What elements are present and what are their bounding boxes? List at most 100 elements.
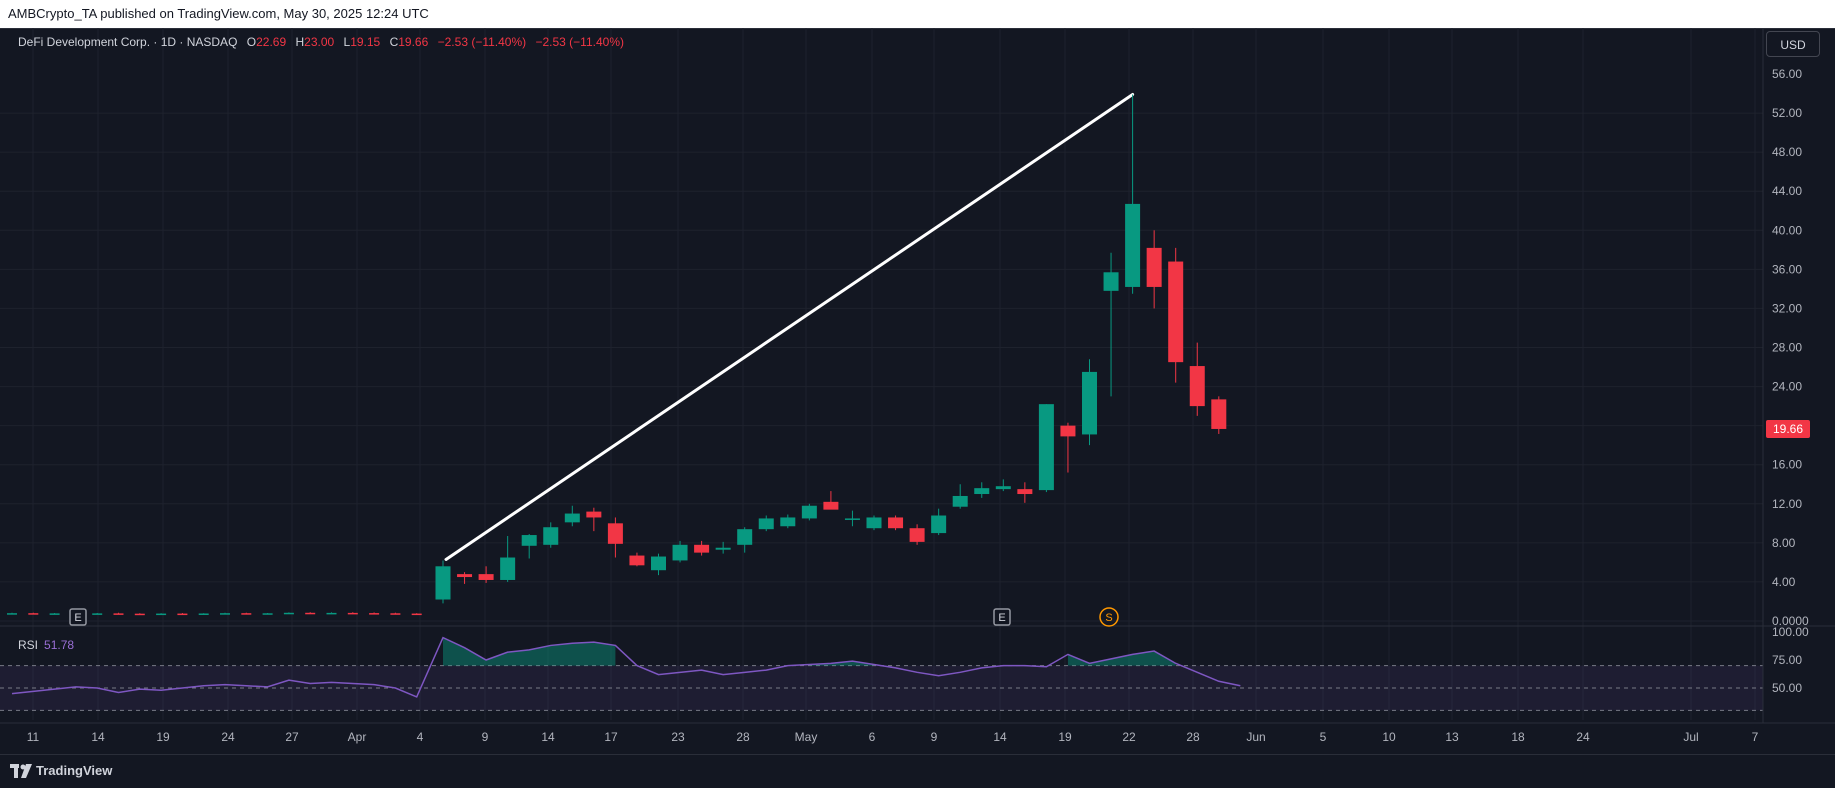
candle-body[interactable]	[1211, 399, 1227, 429]
time-tick-label: 23	[671, 730, 685, 744]
candle-body[interactable]	[909, 528, 925, 542]
footer-bar: TradingView	[0, 754, 1835, 788]
candle-body[interactable]	[28, 613, 39, 615]
time-tick-label: 28	[736, 730, 750, 744]
candle-body[interactable]	[758, 518, 774, 530]
candle-body[interactable]	[241, 613, 252, 615]
candle-body[interactable]	[931, 515, 947, 534]
candle-body[interactable]	[411, 613, 422, 616]
candle-body[interactable]	[586, 511, 602, 518]
candle-body[interactable]	[177, 613, 188, 616]
candle-body[interactable]	[564, 513, 580, 523]
price-tick-label: 48.00	[1772, 145, 1802, 159]
time-tick-label: 9	[482, 730, 489, 744]
candle-body[interactable]	[888, 517, 904, 529]
price-tick-label: 44.00	[1772, 184, 1802, 198]
rsi-tick-label: 50.00	[1772, 681, 1802, 695]
candle-body[interactable]	[1017, 489, 1033, 495]
candle-body[interactable]	[198, 613, 209, 615]
split-event-letter: S	[1105, 612, 1112, 624]
currency-button[interactable]: USD	[1766, 31, 1820, 57]
candle-body[interactable]	[1146, 247, 1162, 287]
candle-body[interactable]	[780, 517, 796, 527]
candle-body[interactable]	[694, 544, 710, 553]
candle-body[interactable]	[1168, 261, 1184, 363]
time-tick-label: 24	[1576, 730, 1590, 744]
candle-body[interactable]	[651, 556, 666, 571]
candle-body[interactable]	[629, 555, 645, 566]
candle-body[interactable]	[543, 527, 559, 545]
candle-body[interactable]	[283, 612, 294, 615]
candle-body[interactable]	[974, 488, 990, 495]
price-tick-label: 28.00	[1772, 341, 1802, 355]
candle-body[interactable]	[1082, 371, 1097, 435]
time-tick-label: 28	[1186, 730, 1200, 744]
symbol-legend[interactable]: DeFi Development Corp. · 1D · NASDAQ O22…	[18, 35, 624, 49]
candle-body[interactable]	[369, 613, 380, 615]
time-tick-label: 18	[1511, 730, 1525, 744]
candle-body[interactable]	[326, 612, 337, 615]
time-tick-label: 9	[931, 730, 938, 744]
price-tick-label: 32.00	[1772, 301, 1802, 315]
candle-body[interactable]	[220, 613, 230, 615]
open-label: O	[246, 35, 257, 49]
candle-body[interactable]	[347, 612, 358, 615]
time-tick-label: Jun	[1246, 730, 1265, 744]
time-tick-label: 14	[993, 730, 1007, 744]
publish-info: AMBCrypto_TA published on TradingView.co…	[0, 0, 1835, 28]
candle-body[interactable]	[305, 612, 316, 615]
candle-body[interactable]	[801, 505, 817, 519]
candle-body[interactable]	[478, 574, 494, 580]
candle-body[interactable]	[1038, 404, 1054, 491]
time-tick-label: 19	[1058, 730, 1072, 744]
earnings-event-letter: E	[74, 612, 81, 624]
price-chart[interactable]: 56.0052.0048.0044.0040.0036.0032.0028.00…	[0, 28, 1835, 754]
price-tick-label: 16.00	[1772, 458, 1802, 472]
candle-body[interactable]	[995, 486, 1011, 490]
candle-body[interactable]	[435, 566, 451, 600]
time-tick-label: Jul	[1683, 730, 1698, 744]
candle-body[interactable]	[1189, 366, 1205, 407]
time-tick-label: 17	[604, 730, 618, 744]
candle-body[interactable]	[1103, 272, 1119, 291]
price-tick-label: 52.00	[1772, 106, 1802, 120]
candle-body[interactable]	[7, 613, 17, 615]
earnings-event-letter: E	[998, 612, 1005, 624]
time-tick-label: May	[795, 730, 818, 744]
rsi-legend[interactable]: RSI 51.78	[18, 638, 74, 652]
time-tick-label: 14	[541, 730, 555, 744]
candle-body[interactable]	[134, 613, 145, 616]
high-value: 23.00	[304, 35, 335, 49]
rsi-tick-label: 75.00	[1772, 653, 1802, 667]
rsi-name: RSI	[18, 638, 39, 652]
candle-body[interactable]	[457, 574, 473, 578]
change-value-2: −2.53 (−11.40%)	[535, 35, 624, 49]
candle-body[interactable]	[390, 613, 401, 615]
time-tick-label: 22	[1122, 730, 1136, 744]
time-tick-label: 7	[1752, 730, 1759, 744]
candle-body[interactable]	[500, 557, 516, 580]
candle-body[interactable]	[113, 613, 124, 615]
last-price-label: 19.66	[1773, 422, 1803, 436]
candle-body[interactable]	[672, 544, 688, 561]
candle-body[interactable]	[156, 613, 167, 616]
change-value: −2.53 (−11.40%)	[437, 35, 527, 49]
candle-body[interactable]	[1125, 203, 1141, 287]
low-value: 19.15	[350, 35, 381, 49]
candle-body[interactable]	[92, 613, 103, 615]
candle-body[interactable]	[607, 523, 623, 544]
candle-body[interactable]	[262, 613, 273, 615]
candle-body[interactable]	[521, 535, 537, 546]
time-tick-label: 13	[1445, 730, 1459, 744]
candle-body[interactable]	[1060, 425, 1076, 437]
rsi-value: 51.78	[44, 638, 75, 652]
candle-body[interactable]	[866, 517, 882, 529]
candle-body[interactable]	[952, 495, 968, 507]
candle-body[interactable]	[823, 501, 839, 510]
candle-body[interactable]	[715, 547, 731, 550]
candle-body[interactable]	[49, 613, 60, 615]
time-tick-label: 11	[27, 730, 40, 744]
candle-body[interactable]	[844, 518, 860, 520]
price-tick-label: 24.00	[1772, 380, 1802, 394]
candle-body[interactable]	[737, 529, 753, 545]
